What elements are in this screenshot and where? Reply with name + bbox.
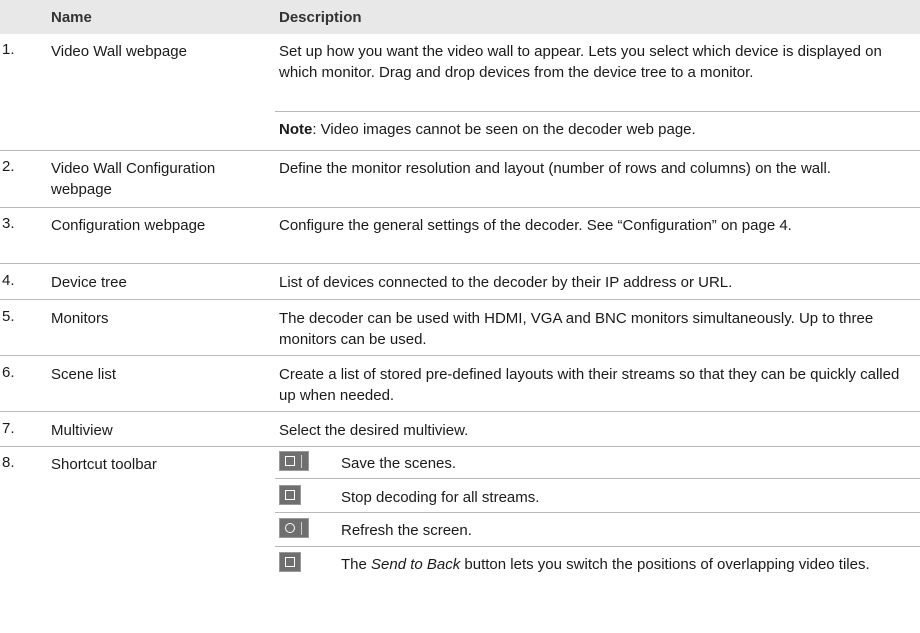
icon-separator [301,522,302,535]
row-number: 7. [2,420,15,437]
table-header: Name Description [0,0,920,34]
row-name: Multiview [51,422,113,439]
divider [0,446,920,447]
toolbar-item-text: Save the scenes. [341,455,457,472]
toolbar-item-text: The Send to Back button lets you switch … [341,554,920,575]
note-label: Note [279,121,313,138]
send-to-back-icon [279,552,301,572]
row-description: Define the monitor resolution and layout… [279,160,831,177]
stop-glyph [285,490,295,500]
header-name: Name [51,9,92,26]
row-name: Shortcut toolbar [51,456,157,473]
row-description: Create a list of stored pre-defined layo… [279,366,900,404]
icon-separator [301,455,302,468]
divider [0,299,920,300]
note-text: Note: Video images cannot be seen on the… [279,119,909,140]
refresh-glyph [285,523,295,533]
send-to-back-glyph [285,557,295,567]
refresh-icon [279,518,309,538]
row-number: 8. [2,454,15,471]
row-description: The decoder can be used with HDMI, VGA a… [279,310,874,348]
row-number: 5. [2,308,15,325]
header-description: Description [279,9,362,26]
divider [0,355,920,356]
save-glyph [285,456,295,466]
divider [275,512,920,513]
row-name: Device tree [51,274,127,291]
row-name: Video Wall Configuration webpage [51,160,216,198]
save-scene-icon [279,451,309,471]
toolbar-item-text: Stop decoding for all streams. [341,489,540,506]
divider [275,546,920,547]
row-name: Video Wall webpage [51,43,187,60]
send-to-back-term: Send to Back [371,556,461,573]
note-body: : Video images cannot be seen on the dec… [312,121,696,138]
row-description: Set up how you want the video wall to ap… [279,43,882,81]
row-description: List of devices connected to the decoder… [279,274,733,291]
row-description: Configure the general settings of the de… [279,217,792,234]
row-number: 1. [2,41,15,58]
toolbar-item-text: Refresh the screen. [341,522,472,539]
text-post: button lets you switch the positions of … [460,556,870,573]
stop-decoding-icon [279,485,301,505]
row-number: 6. [2,364,15,381]
row-name: Monitors [51,310,109,327]
row-number: 4. [2,272,15,289]
text-pre: The [341,556,372,573]
divider [0,263,920,264]
row-number: 3. [2,215,15,232]
divider [275,478,920,479]
divider [0,411,920,412]
row-description: Select the desired multiview. [279,422,469,439]
row-name: Configuration webpage [51,217,206,234]
divider [0,150,920,151]
row-number: 2. [2,158,15,175]
divider [275,111,920,112]
divider [0,207,920,208]
row-name: Scene list [51,366,117,383]
